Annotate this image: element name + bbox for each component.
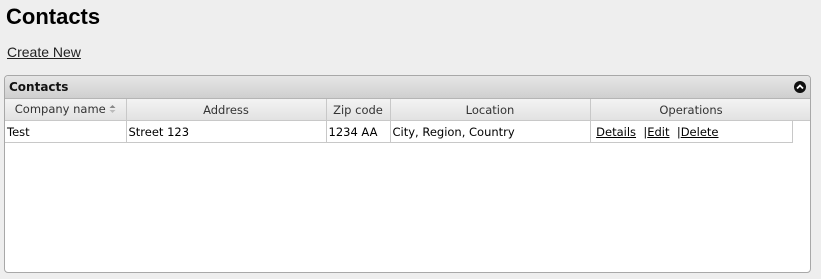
cell-zip-code: 1234 AA	[326, 120, 391, 143]
edit-link[interactable]: Edit	[647, 125, 669, 139]
column-header-label: Company name	[14, 102, 106, 117]
cell-operations: Details |Edit |Delete	[590, 120, 793, 143]
contacts-table: Company name Address Zip code Location O…	[5, 99, 793, 143]
column-header-company-name[interactable]: Company name	[5, 99, 127, 121]
sort-icon[interactable]	[109, 103, 116, 117]
details-link[interactable]: Details	[596, 125, 636, 139]
collapse-button[interactable]	[794, 81, 806, 93]
panel-header: Contacts	[5, 76, 810, 99]
table-row: Test Street 123 1234 AA City, Region, Co…	[5, 120, 793, 143]
cell-address: Street 123	[126, 120, 327, 143]
create-new-link[interactable]: Create New	[7, 44, 81, 60]
page-title: Contacts	[6, 4, 101, 29]
chevron-up-icon	[796, 84, 804, 90]
column-header-operations: Operations	[590, 99, 793, 121]
cell-company-name: Test	[5, 120, 127, 143]
column-header-address[interactable]: Address	[126, 99, 327, 121]
table-header-filler	[792, 99, 810, 121]
column-header-location[interactable]: Location	[390, 99, 591, 121]
column-header-zip-code[interactable]: Zip code	[326, 99, 391, 121]
cell-location: City, Region, Country	[390, 120, 591, 143]
panel-title: Contacts	[9, 80, 69, 94]
table-header-row: Company name Address Zip code Location O…	[5, 99, 793, 121]
contacts-panel: Contacts Company name Address Zip code L…	[4, 75, 811, 273]
delete-link[interactable]: Delete	[681, 125, 719, 139]
